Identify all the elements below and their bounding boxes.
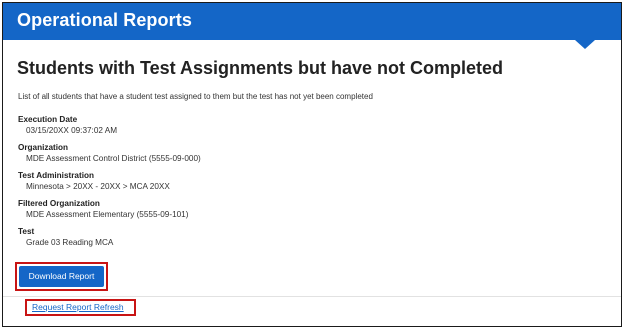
panel-header: Operational Reports — [3, 3, 621, 40]
detail-filtered-organization: Filtered Organization MDE Assessment Ele… — [18, 198, 201, 226]
request-report-refresh-link[interactable]: Request Report Refresh — [32, 302, 124, 313]
divider — [3, 296, 621, 297]
detail-value: Grade 03 Reading MCA — [26, 238, 114, 247]
header-pointer — [575, 40, 595, 49]
download-report-button[interactable]: Download Report — [19, 266, 104, 287]
report-description: List of all students that have a student… — [18, 92, 373, 101]
report-panel: Operational Reports Students with Test A… — [2, 2, 622, 327]
report-details: Execution Date 03/15/20XX 09:37:02 AM Or… — [18, 114, 201, 254]
detail-test-administration: Test Administration Minnesota > 20XX - 2… — [18, 170, 201, 198]
refresh-highlight: Request Report Refresh — [25, 299, 136, 316]
detail-value: Minnesota > 20XX - 20XX > MCA 20XX — [26, 182, 170, 191]
detail-test: Test Grade 03 Reading MCA — [18, 226, 201, 254]
detail-organization: Organization MDE Assessment Control Dist… — [18, 142, 201, 170]
panel-title: Operational Reports — [17, 10, 192, 30]
detail-label: Execution Date — [18, 115, 78, 124]
detail-label: Test Administration — [18, 171, 94, 180]
report-title: Students with Test Assignments but have … — [17, 58, 504, 78]
detail-execution-date: Execution Date 03/15/20XX 09:37:02 AM — [18, 114, 201, 142]
detail-value: MDE Assessment Control District (5555-09… — [26, 154, 201, 163]
detail-value: 03/15/20XX 09:37:02 AM — [26, 126, 118, 135]
download-highlight: Download Report — [15, 262, 108, 291]
detail-label: Test — [18, 227, 35, 236]
detail-value: MDE Assessment Elementary (5555-09-101) — [26, 210, 189, 219]
detail-label: Organization — [18, 143, 69, 152]
detail-label: Filtered Organization — [18, 199, 100, 208]
